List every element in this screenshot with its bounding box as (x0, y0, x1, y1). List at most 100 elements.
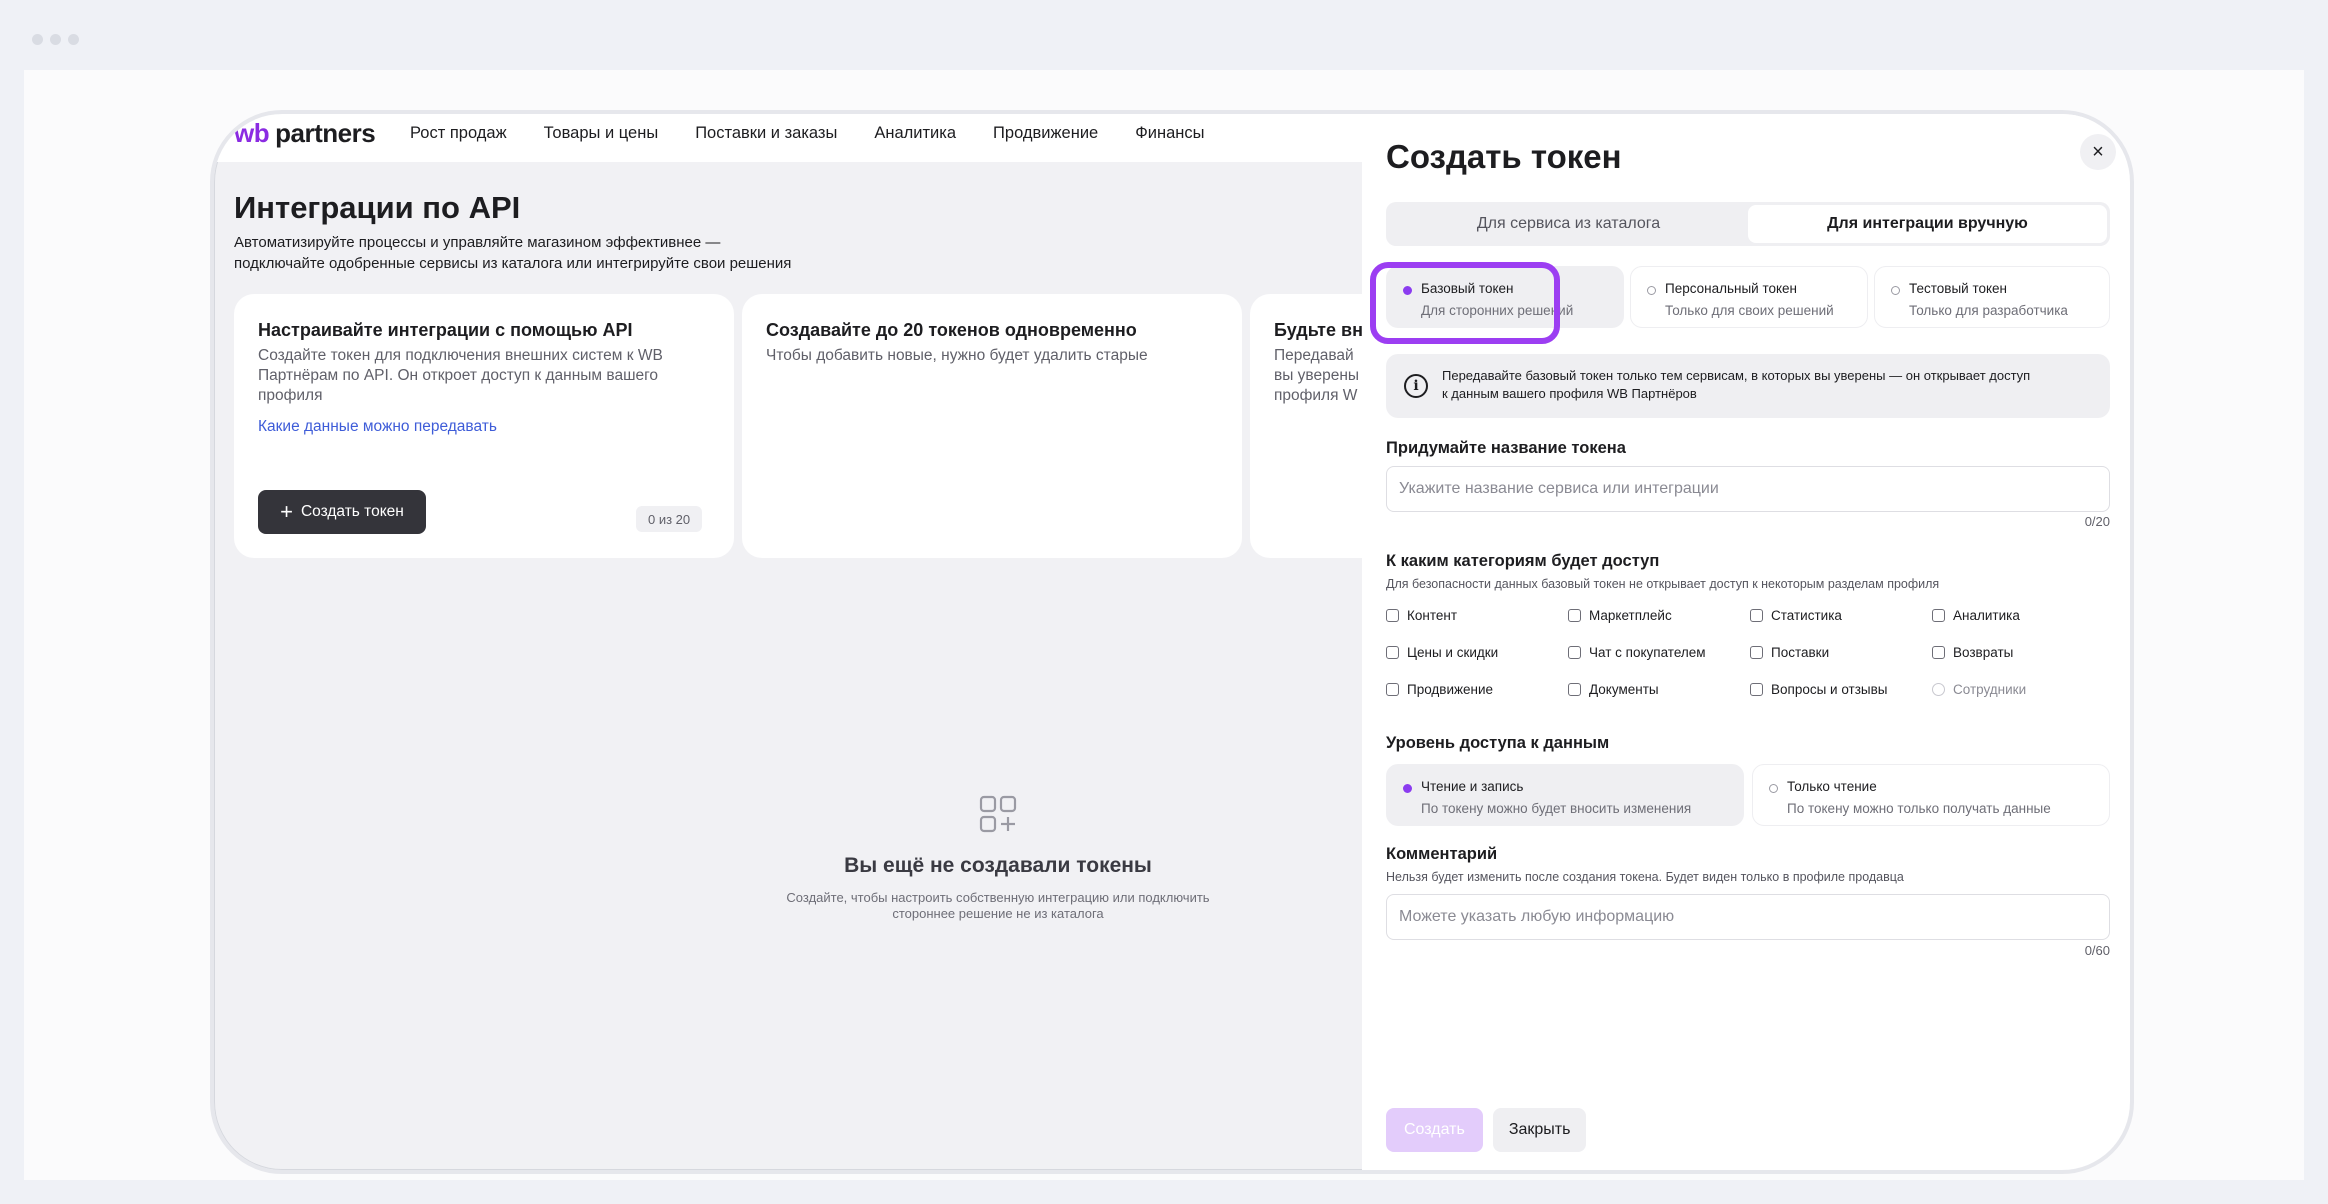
checkbox-icon (1932, 645, 1945, 659)
category-statistics[interactable]: Статистика (1750, 606, 1932, 624)
token-type-personal[interactable]: Персональный токен Только для своих реше… (1630, 266, 1868, 328)
checkbox-icon (1386, 645, 1399, 659)
checkbox-icon (1386, 608, 1399, 622)
info-icon: i (1404, 374, 1428, 398)
nav-item-analytics[interactable]: Аналитика (874, 124, 956, 143)
category-marketplace[interactable]: Маркетплейс (1568, 606, 1750, 624)
wb-partners-logo[interactable]: wb partners (234, 118, 376, 149)
checkbox-icon (1750, 682, 1763, 696)
category-label: Продвижение (1407, 681, 1494, 697)
radio-icon (1769, 784, 1778, 793)
access-sub: По токену можно только получать данные (1787, 801, 2051, 816)
category-label: Цены и скидки (1407, 644, 1499, 660)
category-label: Документы (1589, 681, 1659, 697)
nav-item-promotion[interactable]: Продвижение (993, 124, 1098, 143)
category-returns[interactable]: Возвраты (1932, 643, 2110, 661)
radio-icon (1647, 286, 1656, 295)
card-text-line: профиля W (1274, 387, 1358, 404)
category-checkboxes: Контент Маркетплейс Статистика Аналитика… (1386, 606, 2110, 698)
empty-state-line: Создайте, чтобы настроить собственную ин… (786, 890, 1210, 905)
card-title: Создавайте до 20 токенов одновременно (766, 320, 1137, 340)
checkbox-icon (1568, 645, 1581, 659)
drawer-title: Создать токен (1386, 138, 1622, 175)
security-notice: i Передавайте базовый токен только тем с… (1386, 354, 2110, 418)
category-label: Чат с покупателем (1589, 644, 1706, 660)
category-analytics[interactable]: Аналитика (1932, 606, 2110, 624)
nav-item-supplies[interactable]: Поставки и заказы (695, 124, 837, 143)
close-icon[interactable]: × (2080, 134, 2116, 170)
create-button[interactable]: Создать (1386, 1108, 1483, 1152)
token-type-sub: Для сторонних решений (1421, 303, 1574, 318)
logo-partners: partners (275, 118, 376, 148)
nav-item-growth[interactable]: Рост продаж (410, 124, 507, 143)
category-label: Возвраты (1953, 644, 2014, 660)
checkbox-icon (1386, 682, 1399, 696)
token-type-title: Тестовый токен (1909, 281, 2008, 296)
nav-item-finance[interactable]: Финансы (1135, 124, 1204, 143)
page-subtitle-line: Автоматизируйте процессы и управляйте ма… (234, 234, 721, 251)
radio-icon (1403, 784, 1412, 793)
nav-item-products[interactable]: Товары и цены (544, 124, 659, 143)
card-text-line: Передавай (1274, 347, 1354, 364)
tab-manual-integration[interactable]: Для интеграции вручную (1748, 205, 2107, 243)
checkbox-icon (1750, 645, 1763, 659)
card-text-line: вы уверены (1274, 367, 1360, 384)
category-questions[interactable]: Вопросы и отзывы (1750, 680, 1932, 698)
radio-icon (1891, 286, 1900, 295)
drawer-footer: Создать Закрыть (1386, 1108, 1587, 1152)
access-level-label: Уровень доступа к данным (1386, 734, 1610, 752)
category-content[interactable]: Контент (1386, 606, 1568, 624)
comment-label: Комментарий (1386, 845, 1498, 863)
logo-wb: wb (234, 118, 270, 148)
category-employees: Сотрудники (1932, 680, 2110, 698)
data-info-link[interactable]: Какие данные можно передавать (258, 418, 497, 436)
category-supplies[interactable]: Поставки (1750, 643, 1932, 661)
notice-line: к данным вашего профиля WB Партнёров (1442, 386, 1697, 401)
access-title: Только чтение (1787, 779, 1877, 794)
token-type-basic[interactable]: Базовый токен Для сторонних решений (1386, 266, 1624, 328)
token-name-input[interactable] (1386, 466, 2110, 512)
category-label: Сотрудники (1953, 681, 2027, 697)
category-documents[interactable]: Документы (1568, 680, 1750, 698)
comment-counter: 0/60 (2084, 943, 2110, 958)
window-controls (32, 34, 79, 45)
page-subtitle: Автоматизируйте процессы и управляйте ма… (234, 232, 954, 274)
card-title: Настраивайте интеграции с помощью API (258, 320, 633, 340)
window-dot (68, 34, 79, 45)
token-name-label: Придумайте название токена (1386, 439, 1626, 457)
empty-state-subtitle: Создайте, чтобы настроить собственную ин… (758, 890, 1238, 922)
categories-label: К каким категориям будет доступ (1386, 552, 1660, 570)
token-type-test[interactable]: Тестовый токен Только для разработчика (1874, 266, 2110, 328)
empty-state-title: Вы ещё не создавали токены (844, 854, 1152, 877)
access-read-only[interactable]: Только чтение По токену можно только пол… (1752, 764, 2110, 826)
category-chat[interactable]: Чат с покупателем (1568, 643, 1750, 661)
category-label: Маркетплейс (1589, 607, 1672, 623)
checkbox-icon (1932, 608, 1945, 622)
token-count-badge: 0 из 20 (636, 506, 703, 532)
category-label: Вопросы и отзывы (1771, 681, 1888, 697)
create-token-button[interactable]: + Создать токен (258, 490, 426, 534)
card-text: Создайте токен для подключения внешних с… (258, 347, 663, 404)
access-sub: По токену можно будет вносить изменения (1421, 801, 1692, 816)
info-card-limit: Создавайте до 20 токенов одновременно Чт… (742, 294, 1242, 558)
token-type-sub: Только для разработчика (1909, 303, 2068, 318)
token-type-sub: Только для своих решений (1665, 303, 1834, 318)
access-read-write[interactable]: Чтение и запись По токену можно будет вн… (1386, 764, 1744, 826)
card-text: Чтобы добавить новые, нужно будет удалит… (766, 347, 1148, 364)
card-title: Будьте вни (1274, 320, 1375, 340)
close-button[interactable]: Закрыть (1492, 1108, 1587, 1152)
category-label: Контент (1407, 607, 1458, 623)
plus-icon: + (280, 499, 293, 524)
info-card-api: Настраивайте интеграции с помощью API Со… (234, 294, 734, 558)
token-source-tabs: Для сервиса из каталога Для интеграции в… (1386, 202, 2110, 246)
category-label: Аналитика (1953, 607, 2020, 623)
tab-catalog-service[interactable]: Для сервиса из каталога (1389, 205, 1748, 243)
main-nav: Рост продаж Товары и цены Поставки и зак… (410, 124, 1205, 143)
category-promotion[interactable]: Продвижение (1386, 680, 1568, 698)
category-prices[interactable]: Цены и скидки (1386, 643, 1568, 661)
token-type-title: Персональный токен (1665, 281, 1798, 296)
empty-state-line: стороннее решение не из каталога (892, 906, 1104, 921)
comment-input[interactable] (1386, 894, 2110, 940)
access-title: Чтение и запись (1421, 779, 1524, 794)
category-label: Статистика (1771, 607, 1842, 623)
